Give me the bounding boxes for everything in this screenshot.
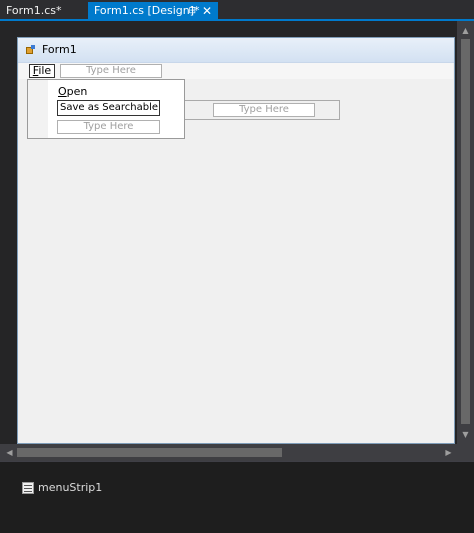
form-title: Form1 — [42, 43, 77, 56]
scroll-up-icon[interactable]: ▲ — [457, 23, 474, 38]
tab-label: Form1.cs* — [6, 4, 62, 17]
menu-item-file[interactable]: File — [29, 64, 55, 78]
close-icon[interactable]: ✕ — [202, 2, 212, 20]
scroll-right-icon[interactable]: ▶ — [441, 444, 456, 461]
vertical-scroll-thumb[interactable] — [461, 39, 470, 424]
form-title-bar: Form1 — [18, 38, 454, 63]
pin-icon[interactable]: ⊟ — [188, 2, 196, 20]
tab-label: Form1.cs [Design]* — [94, 4, 200, 17]
menu-item-open[interactable]: Open — [58, 85, 87, 98]
menustrip-icon — [22, 482, 34, 494]
menu-strip[interactable]: File Type Here — [19, 63, 453, 79]
body-type-here-field[interactable]: Type Here — [213, 103, 315, 117]
file-label-rest: ile — [38, 64, 52, 77]
horizontal-scrollbar[interactable]: ◀ ▶ — [0, 444, 474, 461]
scroll-down-icon[interactable]: ▼ — [457, 427, 474, 442]
tray-item-label: menuStrip1 — [38, 481, 103, 494]
tab-form1-design[interactable]: Form1.cs [Design]* ⊟ ✕ — [88, 2, 218, 20]
horizontal-scroll-thumb[interactable] — [17, 448, 282, 457]
open-label-rest: pen — [66, 85, 88, 98]
vertical-scrollbar[interactable]: ▲ ▼ — [457, 21, 474, 444]
file-dropdown-menu: Open Save as Searchable &P Type Here — [27, 79, 185, 139]
scroll-corner — [457, 444, 474, 461]
dropdown-type-here-field[interactable]: Type Here — [57, 120, 160, 134]
form-window[interactable]: Form1 File Type Here Type Here Open Save… — [17, 37, 455, 444]
component-tray: menuStrip1 — [0, 461, 474, 533]
open-mnemonic: O — [58, 85, 67, 98]
document-tab-strip: Form1.cs* Form1.cs [Design]* ⊟ ✕ — [0, 0, 474, 20]
form-icon — [26, 45, 36, 54]
dropdown-gutter — [28, 80, 48, 138]
tab-form1-cs[interactable]: Form1.cs* — [0, 2, 88, 20]
menubar-type-here-field[interactable]: Type Here — [60, 64, 162, 78]
scroll-left-icon[interactable]: ◀ — [2, 444, 17, 461]
menu-item-edit-field[interactable]: Save as Searchable &P — [57, 100, 160, 116]
